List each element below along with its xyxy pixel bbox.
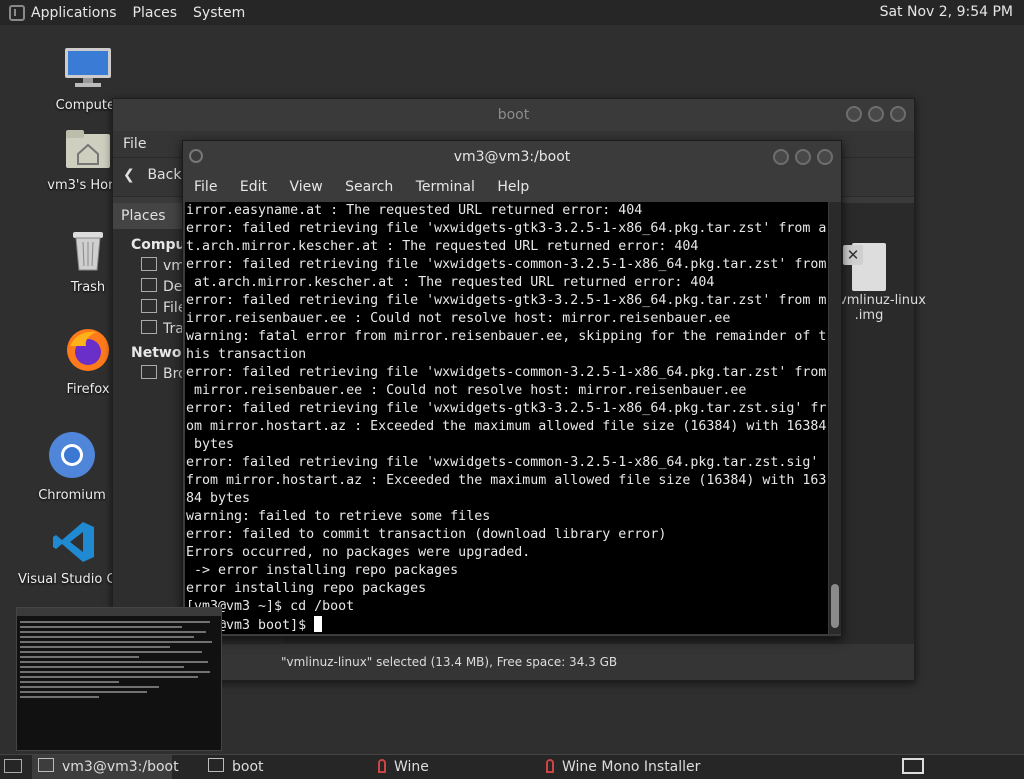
menu-view[interactable]: View: [289, 179, 322, 195]
computer-icon: [40, 46, 136, 94]
terminal-title: vm3@vm3:/boot: [453, 149, 571, 165]
minimize-icon[interactable]: [846, 106, 862, 122]
network-icon: [141, 365, 157, 379]
applications-menu[interactable]: Applications: [31, 5, 117, 21]
close-icon[interactable]: ✕: [843, 245, 863, 265]
desktop-icon: [141, 278, 157, 292]
taskbar-item-terminal[interactable]: vm3@vm3:/boot: [32, 755, 179, 779]
chromium-icon: [24, 430, 120, 484]
window-title: boot: [497, 107, 530, 123]
minimize-icon[interactable]: [773, 149, 789, 165]
distro-logo-icon[interactable]: [9, 4, 25, 21]
menu-search[interactable]: Search: [345, 179, 393, 195]
clock[interactable]: Sat Nov 2, 9:54 PM: [880, 4, 1013, 20]
window-menu-icon[interactable]: [189, 149, 203, 163]
wine-icon: [378, 759, 386, 773]
drive-icon: [141, 299, 157, 313]
status-bar: "vmlinuz-linux" selected (13.4 MB), Free…: [113, 643, 914, 680]
workspace-switcher-icon[interactable]: [902, 758, 924, 774]
taskbar-item-boot[interactable]: boot: [202, 755, 362, 779]
scrollbar-thumb[interactable]: [831, 584, 839, 628]
terminal-cursor: [314, 616, 323, 632]
terminal-icon: [38, 758, 54, 772]
menu-edit[interactable]: Edit: [240, 179, 267, 195]
menu-file[interactable]: File: [194, 179, 217, 195]
terminal-scrollbar[interactable]: [829, 202, 841, 634]
taskbar-item-wine[interactable]: Wine: [372, 755, 532, 779]
bottom-panel: vm3@vm3:/boot boot Wine Wine Mono Instal…: [0, 754, 1024, 779]
terminal-output: irror.easyname.at : The requested URL re…: [186, 203, 827, 614]
back-button[interactable]: ❮ Back: [123, 167, 181, 183]
close-icon[interactable]: [817, 149, 833, 165]
maximize-icon[interactable]: [868, 106, 884, 122]
top-panel: Applications Places System Sat Nov 2, 9:…: [0, 0, 1024, 25]
places-menu[interactable]: Places: [133, 5, 178, 21]
desktop-icon-label: Chromium: [38, 488, 106, 503]
back-arrow-icon: ❮: [123, 167, 135, 183]
thumbnail-content: [17, 616, 221, 703]
desktop-icon-chromium[interactable]: Chromium: [24, 430, 120, 503]
wine-icon: [546, 759, 554, 773]
terminal-window[interactable]: vm3@vm3:/boot File Edit View Search Term…: [182, 140, 842, 637]
desktop-icon-label: Visual Studio Code: [18, 572, 112, 587]
close-icon[interactable]: [890, 106, 906, 122]
home-icon: [141, 257, 157, 271]
menu-terminal[interactable]: Terminal: [416, 179, 475, 195]
status-text: "vmlinuz-linux" selected (13.4 MB), Free…: [281, 655, 618, 669]
taskbar-item-wine-mono[interactable]: Wine Mono Installer: [540, 755, 720, 779]
file-manager-titlebar[interactable]: boot: [113, 99, 914, 131]
show-desktop-icon[interactable]: [4, 759, 22, 773]
terminal-menubar: File Edit View Search Terminal Help: [183, 173, 841, 201]
window-thumbnail-preview[interactable]: [16, 607, 222, 751]
back-label: Back: [147, 167, 182, 183]
folder-icon: [208, 758, 224, 772]
file-label: vmlinuz-linux .img: [839, 293, 926, 323]
maximize-icon[interactable]: [795, 149, 811, 165]
trash-small-icon: [141, 320, 157, 334]
system-menu[interactable]: System: [193, 5, 245, 21]
thumbnail-titlebar: [17, 608, 221, 616]
menu-help[interactable]: Help: [497, 179, 529, 195]
terminal-titlebar[interactable]: vm3@vm3:/boot: [183, 141, 841, 173]
terminal-screen[interactable]: irror.easyname.at : The requested URL re…: [185, 202, 828, 634]
menu-file[interactable]: File: [123, 136, 146, 152]
